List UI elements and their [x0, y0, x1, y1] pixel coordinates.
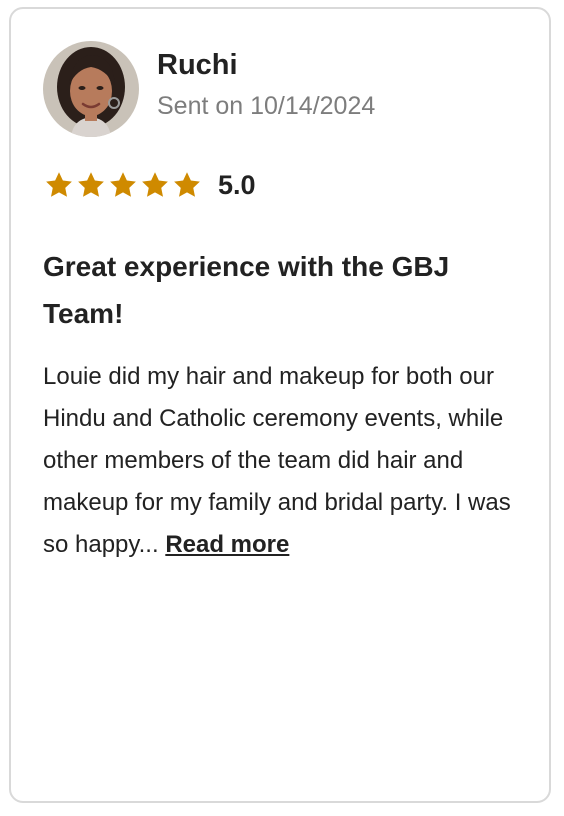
reviewer-info: Ruchi Sent on 10/14/2024 [157, 47, 375, 123]
review-title: Great experience with the GBJ Team! [43, 243, 523, 337]
review-header: Ruchi Sent on 10/14/2024 [43, 41, 375, 137]
rating-value: 5.0 [218, 170, 256, 200]
star-icon [46, 172, 72, 197]
review-text: Louie did my hair and makeup for both ou… [43, 363, 511, 558]
star-rating [44, 170, 204, 200]
star-icon [110, 172, 136, 197]
review-title-line-1: Great experience with the GBJ [43, 251, 450, 282]
star-icon [142, 172, 168, 197]
read-more-link[interactable]: Read more [165, 531, 289, 558]
avatar [43, 41, 139, 137]
star-icon [174, 172, 200, 197]
star-icon [78, 172, 104, 197]
review-title-line-2: Team! [43, 298, 124, 329]
review-card: Ruchi Sent on 10/14/2024 5.0 Great exper… [9, 7, 551, 803]
rating: 5.0 [44, 169, 256, 201]
sent-date: Sent on 10/14/2024 [157, 92, 376, 120]
review-body: Louie did my hair and makeup for both ou… [43, 356, 533, 566]
reviewer-name: Ruchi [157, 49, 238, 81]
